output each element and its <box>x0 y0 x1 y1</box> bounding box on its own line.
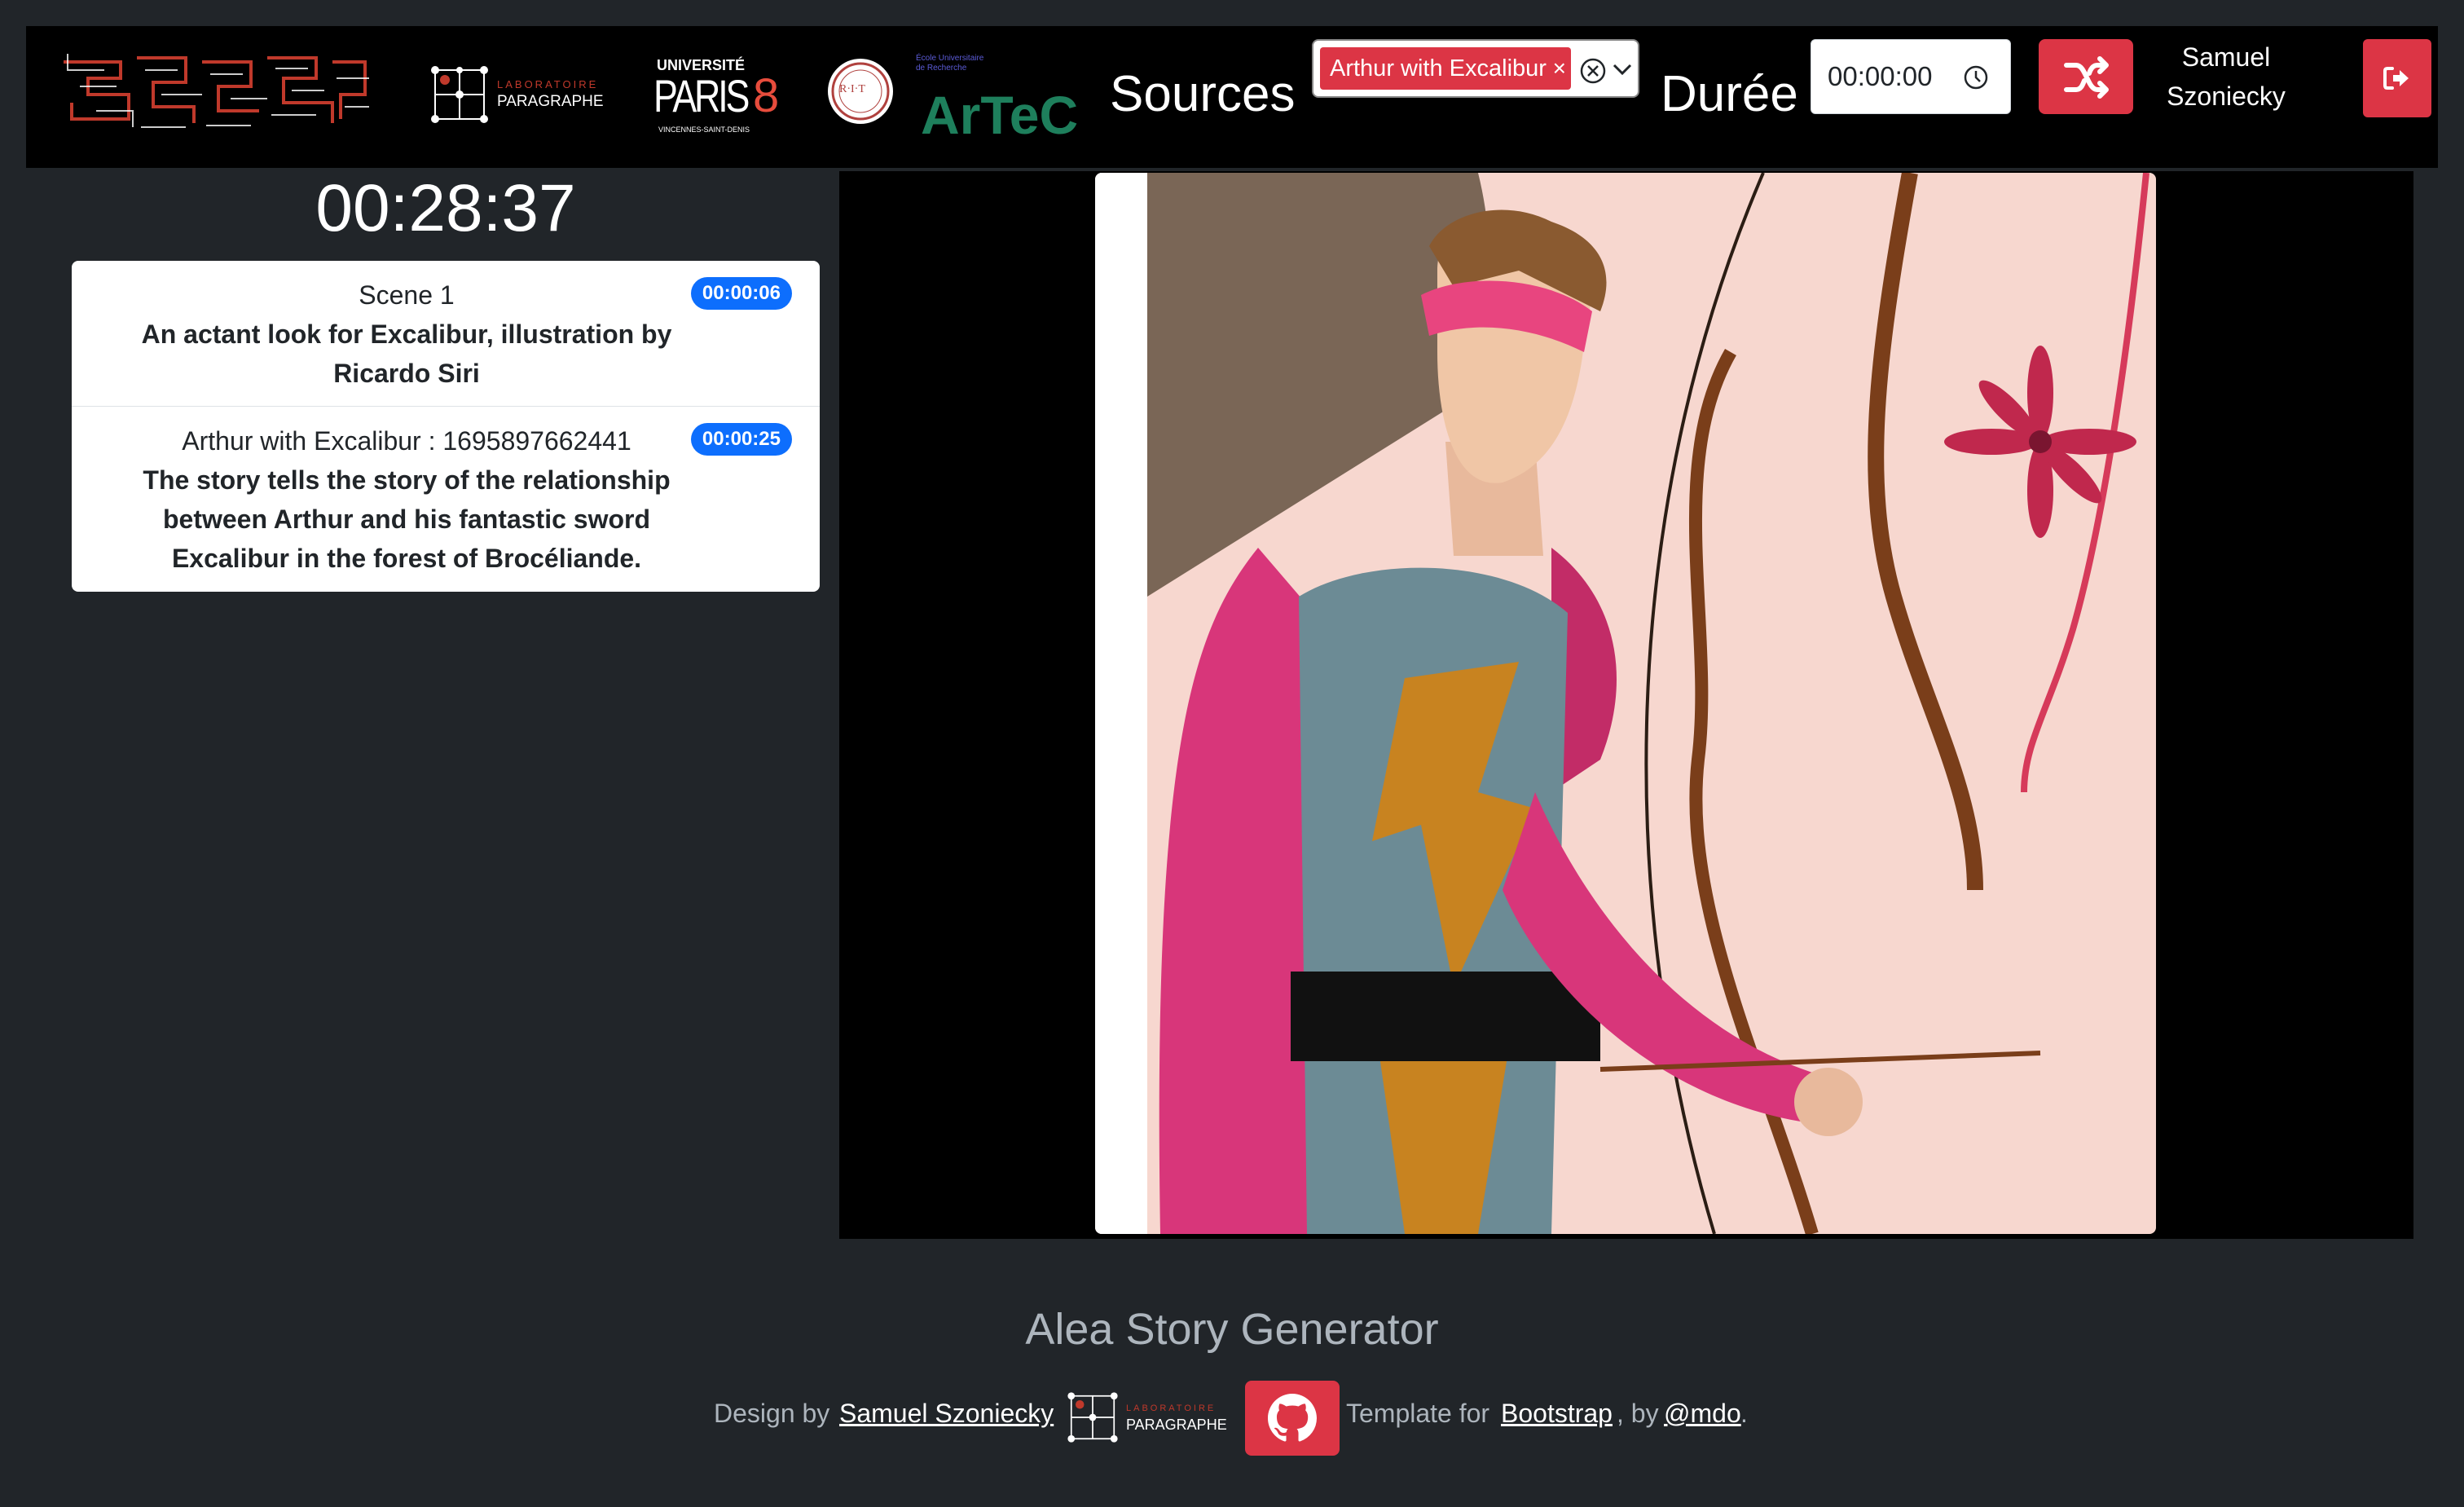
footer-bootstrap-link[interactable]: Bootstrap <box>1501 1399 1613 1429</box>
sources-multiselect[interactable]: Arthur with Excalibur × <box>1312 39 1639 98</box>
artec-logo-small: École Universitaire de Recherche <box>916 54 984 73</box>
footer-mdo-link[interactable]: @mdo <box>1664 1399 1741 1429</box>
user-name: Samuel Szoniecky <box>2153 37 2299 116</box>
header-bar: LABORATOIRE PARAGRAPHE UNIVERSITÉ PARIS … <box>26 26 2438 168</box>
duree-time-value: 00:00:00 <box>1828 61 1933 91</box>
clock-icon[interactable] <box>1963 64 1989 90</box>
duree-label: Durée <box>1661 66 1798 122</box>
logout-icon <box>2383 67 2409 90</box>
footer-by: , by <box>1617 1399 1659 1428</box>
paris8-logo: UNIVERSITÉ PARIS 8 VINCENNES-SAINT-DENIS <box>652 47 815 148</box>
paris8-logo-num: 8 <box>753 69 780 122</box>
footer-paragraphe-logo[interactable]: LABORATOIRE PARAGRAPHE <box>1064 1384 1235 1449</box>
footer-template-for: Template for <box>1346 1399 1490 1428</box>
scene-image-panel <box>839 171 2413 1239</box>
rit-seal-logo: R·I·T <box>820 51 901 132</box>
selected-source-chip[interactable]: Arthur with Excalibur × <box>1320 47 1571 90</box>
scene-list-item[interactable]: Arthur with Excalibur : 1695897662441 Th… <box>72 406 820 592</box>
chip-remove-icon[interactable]: × <box>1553 47 1566 90</box>
footer-dot: . <box>1740 1399 1748 1428</box>
scene-duration-badge: 00:00:06 <box>690 277 792 310</box>
selected-source-chip-label: Arthur with Excalibur <box>1330 55 1547 82</box>
rit-seal-text: R·I·T <box>839 83 865 95</box>
paragraphe-logo: LABORATOIRE PARAGRAPHE <box>427 54 631 139</box>
sources-label: Sources <box>1110 66 1296 122</box>
footer-design-by: Design by <box>714 1399 830 1428</box>
scene-title: Scene 1 <box>359 280 455 310</box>
github-icon <box>1268 1394 1317 1442</box>
shuffle-icon <box>2064 56 2109 99</box>
chevron-down-icon[interactable] <box>1610 57 1635 82</box>
paragraphe-logo-small-text: LABORATOIRE <box>497 78 599 90</box>
footer-title: Alea Story Generator <box>1025 1305 1439 1354</box>
paragraphe-network-icon <box>1067 1392 1118 1443</box>
duree-time-input[interactable]: 00:00:00 <box>1811 39 2011 114</box>
clear-circle-icon[interactable] <box>1579 57 1607 85</box>
logout-button[interactable] <box>2363 39 2431 117</box>
paris8-logo-main: PARIS <box>653 70 750 121</box>
artec-logo-text: ArTeC <box>921 85 1079 145</box>
scene-title: Arthur with Excalibur : 1695897662441 <box>182 426 631 456</box>
github-button[interactable] <box>1245 1381 1340 1456</box>
footer-paragraphe-small: LABORATOIRE <box>1126 1403 1217 1413</box>
story-timer: 00:28:37 <box>315 171 576 245</box>
scene-description: The story tells the story of the relatio… <box>143 465 671 573</box>
shuffle-button[interactable] <box>2039 39 2133 114</box>
scene-list: Scene 1 An actant look for Excalibur, il… <box>72 261 820 592</box>
paragraphe-logo-text: PARAGRAPHE <box>497 93 604 110</box>
user-last-name: Szoniecky <box>2167 82 2286 111</box>
artec-logo: École Universitaire de Recherche ArTeC <box>916 49 1120 147</box>
user-first-name: Samuel <box>2181 42 2271 72</box>
footer-paragraphe-text: PARAGRAPHE <box>1126 1417 1227 1433</box>
scene-duration-badge: 00:00:25 <box>690 423 792 456</box>
scene-description: An actant look for Excalibur, illustrati… <box>141 319 672 388</box>
paris8-logo-sub: VINCENNES-SAINT-DENIS <box>658 126 750 134</box>
footer-author-link[interactable]: Samuel Szoniecky <box>839 1399 1054 1429</box>
maze-logo <box>55 46 373 135</box>
footer-credits: Design by Samuel Szoniecky LABORATOIRE P… <box>0 1377 2464 1459</box>
scene-list-item[interactable]: Scene 1 An actant look for Excalibur, il… <box>72 261 820 406</box>
scene-illustration <box>1095 173 2156 1234</box>
paragraphe-network-icon <box>431 66 488 123</box>
